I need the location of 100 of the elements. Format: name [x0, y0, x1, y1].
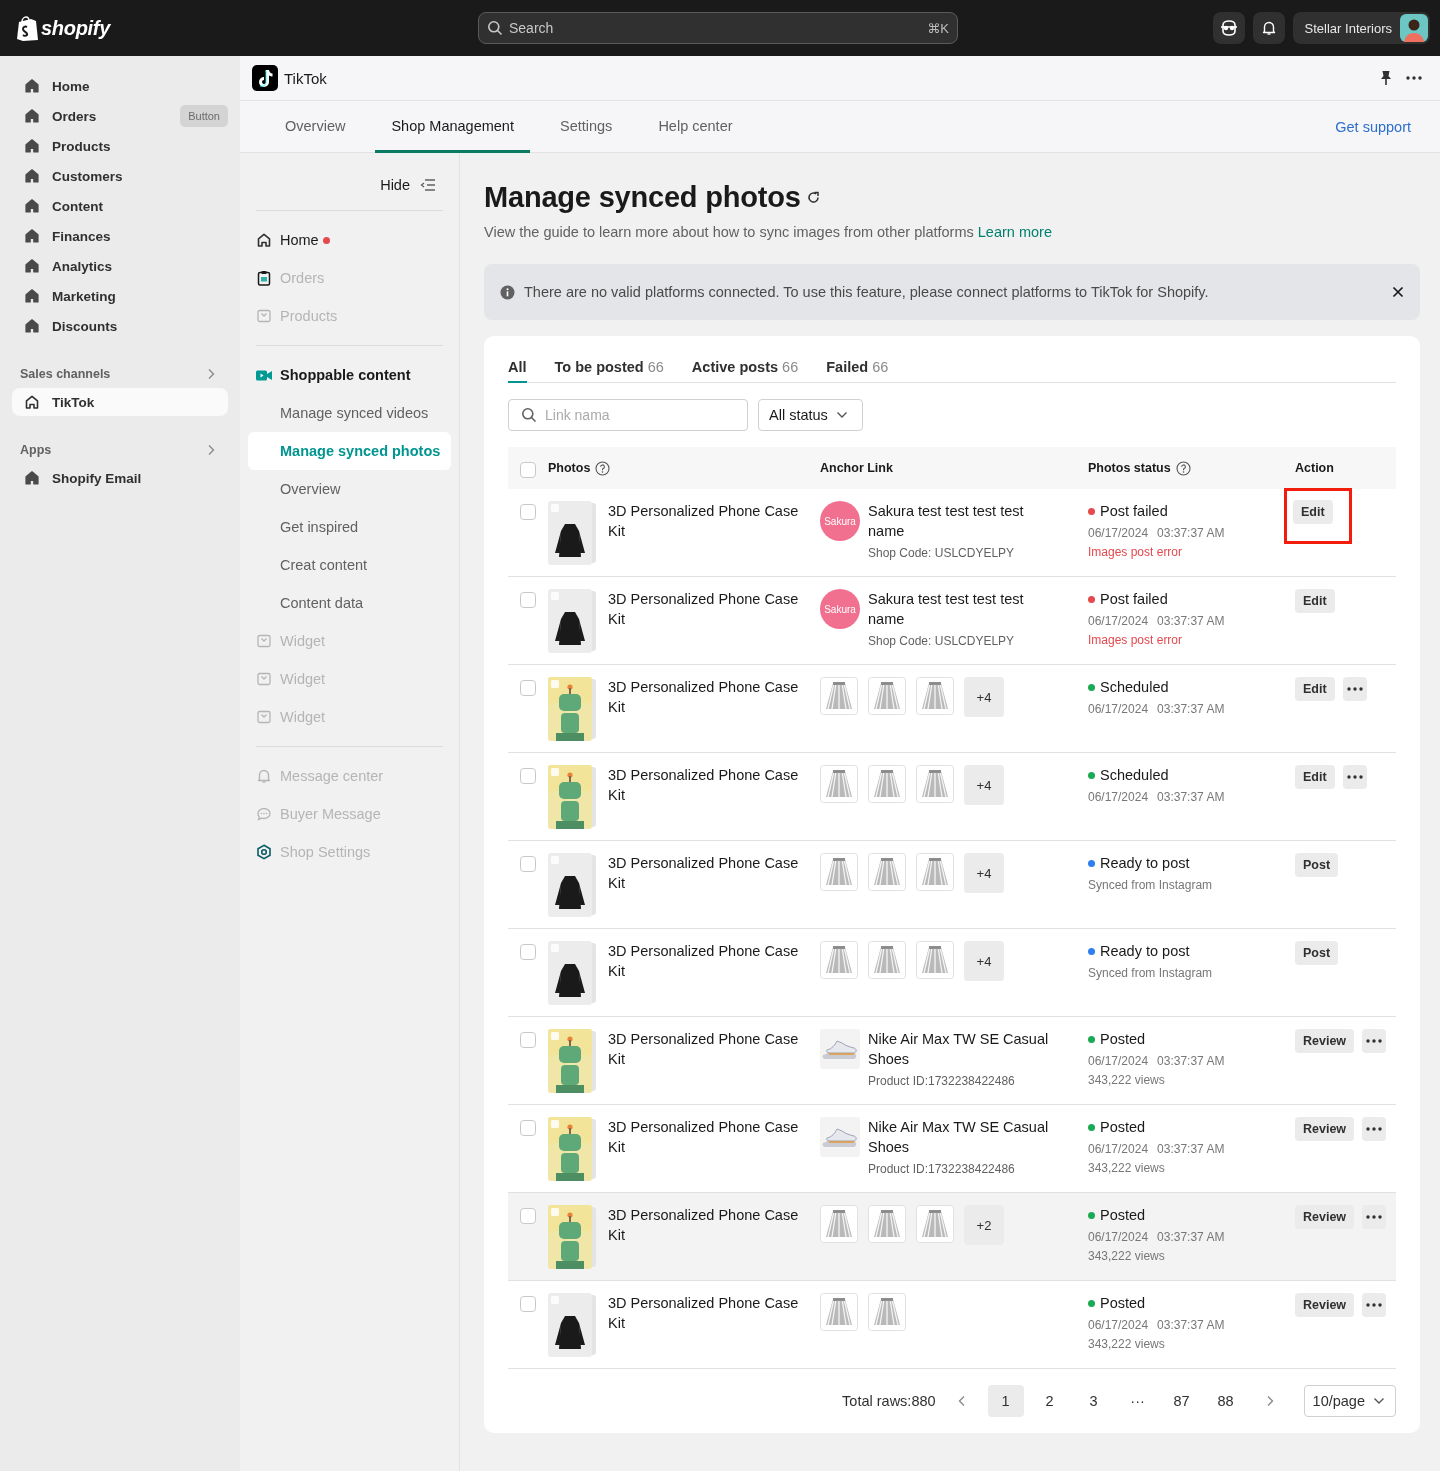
select-all-checkbox[interactable] [520, 461, 536, 478]
more-button[interactable] [1342, 765, 1367, 789]
nav-item[interactable]: Get inspired [248, 508, 451, 546]
product-name[interactable]: Nike Air Max TW SE Casual Shoes [868, 1117, 1058, 1157]
filter-tab[interactable]: Failed 66 [826, 356, 889, 383]
table-row[interactable]: 3D Personalized Phone Case Kit Sakura Sakura test test test test name Shop Code: USLCDYELPY Post failed 06/17/2024 03:37:37 AM Images post error Edit [508, 577, 1396, 665]
nav-item[interactable]: Marketing [12, 282, 228, 310]
nav-item[interactable]: Analytics [12, 252, 228, 280]
nav-item[interactable]: Overview [248, 470, 451, 508]
status-dropdown[interactable]: All status [758, 399, 863, 431]
row-checkbox[interactable] [520, 680, 536, 696]
filter-tab[interactable]: To be posted 66 [554, 356, 664, 383]
shopify-logo[interactable]: shopify [41, 16, 110, 40]
more-icon[interactable] [1406, 76, 1422, 80]
more-button[interactable] [1342, 677, 1367, 701]
row-checkbox[interactable] [520, 592, 536, 608]
filter-tab[interactable]: Active posts 66 [691, 356, 799, 383]
more-button[interactable] [1362, 1117, 1387, 1141]
table-row[interactable]: 3D Personalized Phone Case Kit +4 Scheduled 06/17/2024 03:37:37 AM Edit [508, 665, 1396, 753]
section-heading: Apps [20, 443, 52, 457]
row-checkbox[interactable] [520, 856, 536, 872]
nav-item[interactable]: Orders Button [12, 102, 228, 130]
table-row[interactable]: 3D Personalized Phone Case Kit +4 Scheduled 06/17/2024 03:37:37 AM Edit [508, 753, 1396, 841]
more-images-count[interactable]: +4 [964, 765, 1004, 805]
goggles-icon [1219, 20, 1238, 36]
more-images-count[interactable]: +4 [964, 941, 1004, 981]
action-button[interactable]: Post [1295, 941, 1339, 965]
table-row[interactable]: 3D Personalized Phone Case Kit +2 Posted 06/17/2024 03:37:37 AM 343,222 views Review [508, 1193, 1396, 1281]
nav-item[interactable]: TikTok [12, 388, 228, 416]
action-button[interactable]: Edit [1295, 765, 1335, 789]
table-row[interactable]: 3D Personalized Phone Case Kit Nike Air Max TW SE Casual Shoes Product ID:1732238422486 Posted 06/17/2024 03:37:37 AM 343,222 views Review [508, 1017, 1396, 1105]
action-button[interactable]: Review [1295, 1205, 1355, 1229]
nav-item[interactable]: Creat content [248, 546, 451, 584]
page-size-dropdown[interactable]: 10/page [1303, 1385, 1396, 1417]
notifications-button[interactable] [1252, 12, 1285, 44]
store-menu-button[interactable]: Stellar Interiors [1292, 12, 1430, 44]
nav-item[interactable]: Content data [248, 584, 451, 622]
nav-item[interactable]: Home [12, 72, 228, 100]
page-button[interactable]: 87 [1163, 1385, 1200, 1417]
nav-item[interactable]: Manage synced photos [248, 432, 451, 470]
page-button[interactable]: 1 [987, 1385, 1024, 1417]
more-button[interactable] [1362, 1293, 1387, 1317]
refresh-icon[interactable] [806, 191, 820, 204]
action-button[interactable]: Edit [1295, 589, 1335, 613]
table-row[interactable]: 3D Personalized Phone Case Kit Posted 06/17/2024 03:37:37 AM 343,222 views Review [508, 1281, 1396, 1369]
column-header: Photos [548, 461, 591, 475]
action-button[interactable]: Edit [1295, 677, 1335, 701]
shortcut-hint: ⌘K [927, 20, 949, 36]
table-row[interactable]: 3D Personalized Phone Case Kit +4 Ready to post Synced from Instagram Post [508, 841, 1396, 929]
nav-item[interactable]: Home [248, 221, 451, 259]
action-button[interactable]: Review [1295, 1293, 1355, 1317]
row-checkbox[interactable] [520, 944, 536, 960]
action-button[interactable]: Post [1295, 853, 1339, 877]
row-checkbox[interactable] [520, 1208, 536, 1224]
nav-item[interactable]: Products [12, 132, 228, 160]
tab[interactable]: Settings [543, 101, 629, 153]
column-header: Action [1295, 461, 1334, 475]
tab[interactable]: Help center [642, 101, 749, 153]
assistant-button[interactable] [1212, 12, 1245, 44]
status-date: 06/17/2024 [1088, 526, 1149, 540]
row-checkbox[interactable] [520, 1120, 536, 1136]
shop-name[interactable]: Sakura test test test test name [868, 501, 1058, 541]
nav-item[interactable]: Finances [12, 222, 228, 250]
nav-item[interactable]: Customers [12, 162, 228, 190]
table-row[interactable]: 3D Personalized Phone Case Kit Sakura Sakura test test test test name Shop Code: USLCDYELPY Post failed 06/17/2024 03:37:37 AM Images post error Edit [508, 489, 1396, 577]
search-field[interactable]: Search ⌘K [478, 12, 958, 44]
nav-item[interactable]: Manage synced videos [248, 394, 451, 432]
shop-name[interactable]: Sakura test test test test name [868, 589, 1058, 629]
action-button[interactable]: Review [1295, 1029, 1355, 1053]
table-row[interactable]: 3D Personalized Phone Case Kit +4 Ready to post Synced from Instagram Post [508, 929, 1396, 1017]
photo-title: 3D Personalized Phone Case Kit [608, 1118, 800, 1157]
nav-badge[interactable]: Button [180, 105, 228, 127]
more-button[interactable] [1362, 1029, 1387, 1053]
page-button[interactable]: 88 [1207, 1385, 1244, 1417]
more-images-count[interactable]: +2 [964, 1205, 1004, 1245]
nav-item[interactable]: Shopify Email [12, 464, 228, 492]
row-checkbox[interactable] [520, 1032, 536, 1048]
pin-icon[interactable] [1380, 70, 1392, 86]
row-checkbox[interactable] [520, 504, 536, 520]
nav-item[interactable]: Content [12, 192, 228, 220]
learn-more-link[interactable]: Learn more [977, 224, 1052, 240]
product-name[interactable]: Nike Air Max TW SE Casual Shoes [868, 1029, 1058, 1069]
row-checkbox[interactable] [520, 1296, 536, 1312]
page-button[interactable]: ··· [1119, 1385, 1156, 1417]
more-images-count[interactable]: +4 [964, 853, 1004, 893]
row-checkbox[interactable] [520, 768, 536, 784]
hide-button[interactable]: Hide [380, 177, 410, 193]
get-support-link[interactable]: Get support [1335, 118, 1411, 135]
nav-heading[interactable]: Shoppable content [248, 356, 451, 394]
page-button[interactable]: 2 [1031, 1385, 1068, 1417]
more-button[interactable] [1362, 1205, 1387, 1229]
action-button[interactable]: Review [1295, 1117, 1355, 1141]
filter-tab[interactable]: All [508, 356, 527, 383]
tab[interactable]: Overview [269, 101, 362, 153]
collapse-icon[interactable] [420, 179, 435, 191]
action-button[interactable]: Edit [1293, 500, 1333, 524]
more-images-count[interactable]: +4 [964, 677, 1004, 717]
close-icon[interactable] [1392, 286, 1404, 298]
page-button[interactable]: 3 [1075, 1385, 1112, 1417]
nav-item[interactable]: Discounts [12, 312, 228, 340]
